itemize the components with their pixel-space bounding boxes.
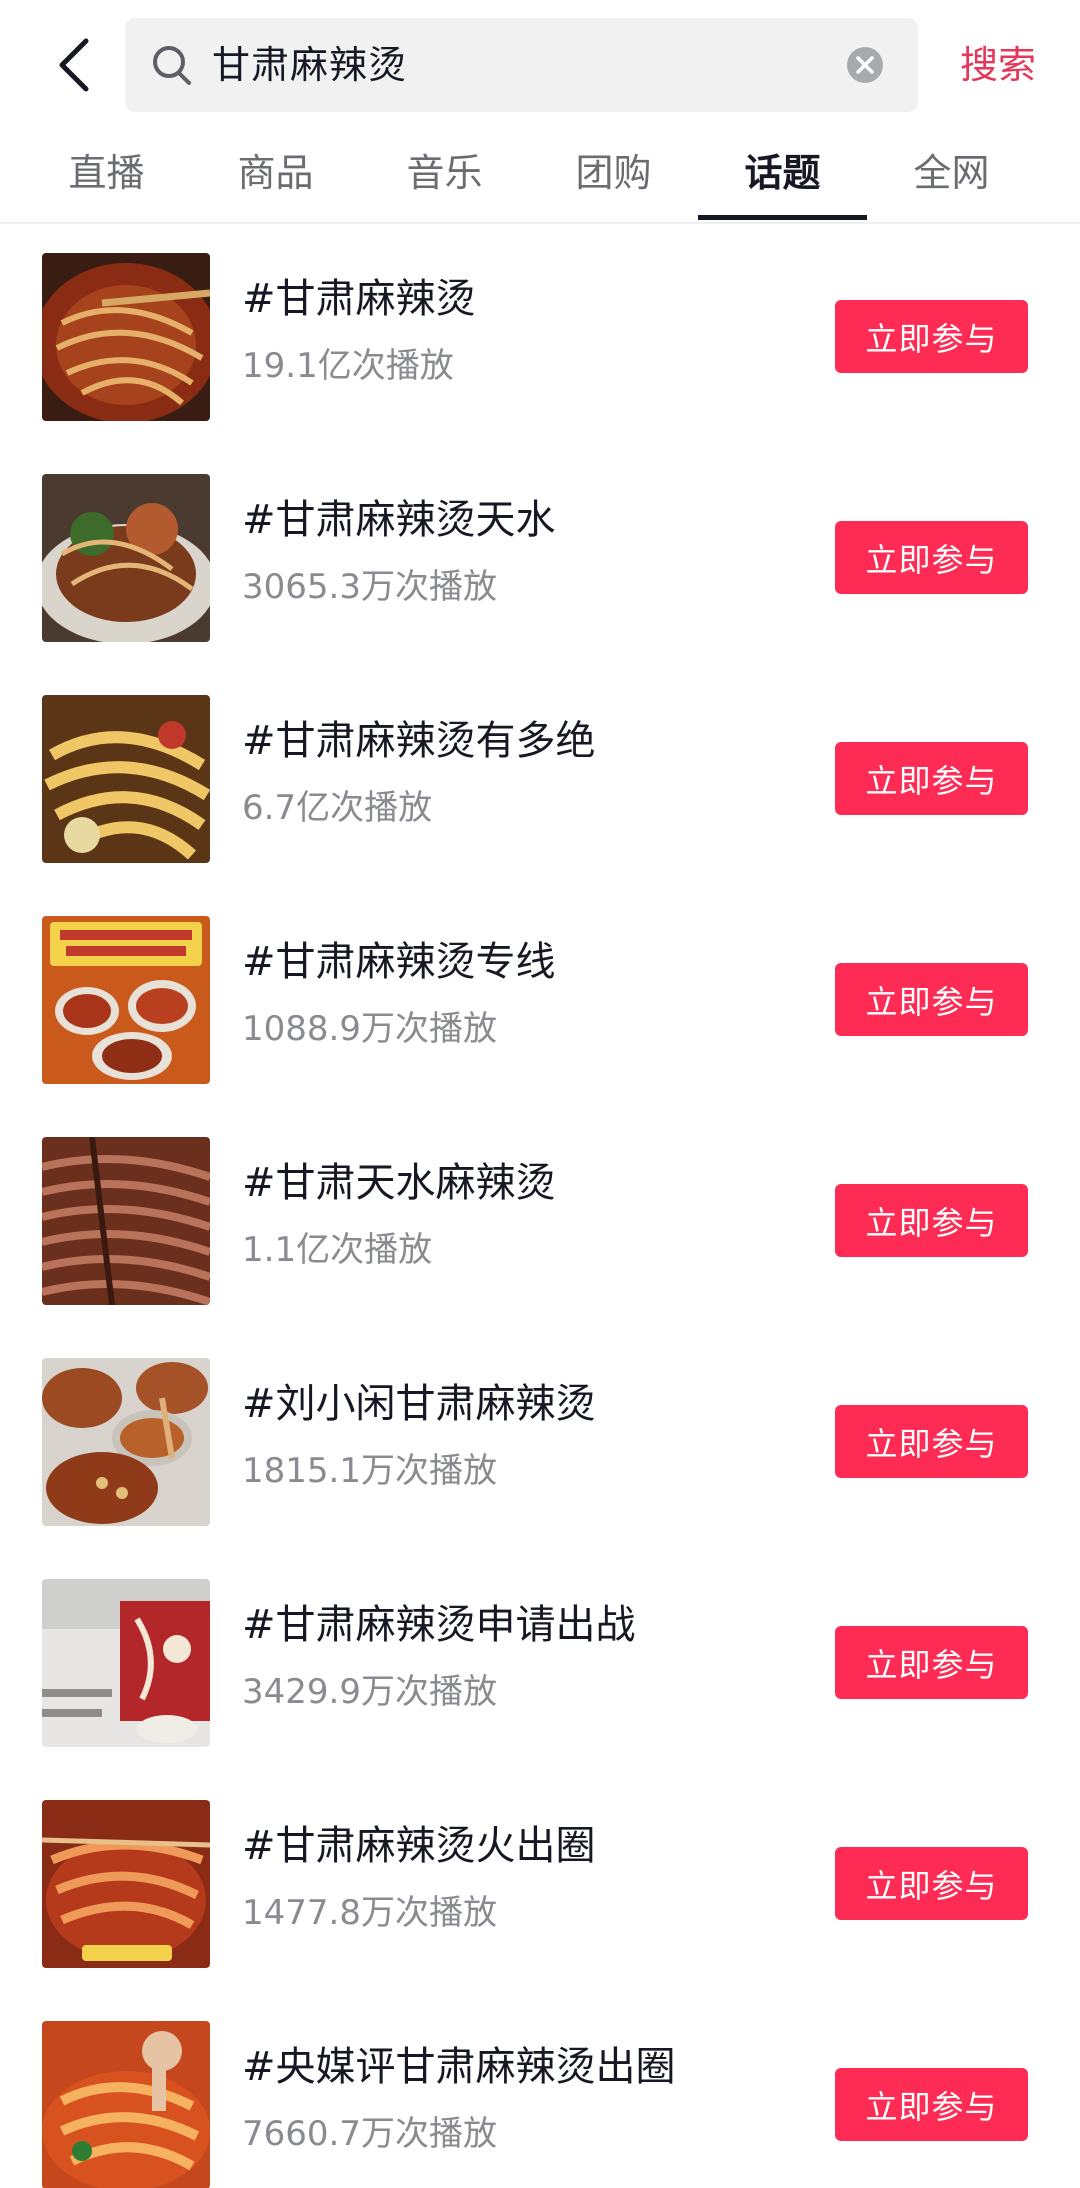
topic-search-page: 甘肃麻辣烫 搜索 直播 商品 音乐 团购 话题 全网 #甘肃麻辣烫 19.1亿次… (0, 0, 1080, 2188)
topic-thumbnail (42, 1137, 210, 1305)
topic-row[interactable]: #甘肃天水麻辣烫 1.1亿次播放 立即参与 (0, 1108, 1080, 1329)
topic-title: #甘肃麻辣烫天水 (242, 497, 556, 543)
topic-title: #刘小闲甘肃麻辣烫 (242, 1381, 596, 1427)
search-icon (153, 46, 191, 85)
topic-row[interactable]: #刘小闲甘肃麻辣烫 1815.1万次播放 立即参与 (0, 1329, 1080, 1550)
topic-thumbnail (42, 253, 210, 421)
join-topic-button[interactable]: 立即参与 (835, 1626, 1028, 1699)
topic-title: #甘肃麻辣烫有多绝 (242, 718, 596, 764)
search-header: 甘肃麻辣烫 搜索 (0, 0, 1080, 130)
join-topic-button[interactable]: 立即参与 (835, 1184, 1028, 1257)
topic-thumbnail (42, 1579, 210, 1747)
topic-row[interactable]: #甘肃麻辣烫专线 1088.9万次播放 立即参与 (0, 887, 1080, 1108)
active-tab-indicator (698, 215, 867, 220)
tab-all-web[interactable]: 全网 (867, 130, 1036, 222)
chevron-left-icon (59, 38, 89, 92)
tab-topics[interactable]: 话题 (698, 130, 867, 222)
topic-row[interactable]: #甘肃麻辣烫有多绝 6.7亿次播放 立即参与 (0, 666, 1080, 887)
topic-title: #央媒评甘肃麻辣烫出圈 (242, 2044, 676, 2090)
topic-thumbnail (42, 1800, 210, 1968)
tab-products[interactable]: 商品 (191, 130, 360, 222)
topic-row[interactable]: #甘肃麻辣烫天水 3065.3万次播放 立即参与 (0, 445, 1080, 666)
topic-row[interactable]: #甘肃麻辣烫火出圈 1477.8万次播放 立即参与 (0, 1771, 1080, 1992)
tab-group-buy[interactable]: 团购 (529, 130, 698, 222)
topic-thumbnail (42, 695, 210, 863)
join-topic-button[interactable]: 立即参与 (835, 300, 1028, 373)
topic-row[interactable]: #甘肃麻辣烫申请出战 3429.9万次播放 立即参与 (0, 1550, 1080, 1771)
topic-play-count: 7660.7万次播放 (242, 2114, 497, 2154)
topic-play-count: 1.1亿次播放 (242, 1230, 433, 1270)
topic-title: #甘肃天水麻辣烫 (242, 1160, 556, 1206)
join-topic-button[interactable]: 立即参与 (835, 2068, 1028, 2141)
topic-play-count: 1088.9万次播放 (242, 1009, 497, 1049)
search-submit-button[interactable]: 搜索 (960, 30, 1036, 100)
topic-play-count: 1815.1万次播放 (242, 1451, 497, 1491)
topic-row[interactable]: #央媒评甘肃麻辣烫出圈 7660.7万次播放 立即参与 (0, 1992, 1080, 2188)
tab-live[interactable]: 直播 (22, 130, 191, 222)
topic-play-count: 3429.9万次播放 (242, 1672, 497, 1712)
topic-thumbnail (42, 474, 210, 642)
topic-thumbnail (42, 2021, 210, 2188)
topic-row[interactable]: #甘肃麻辣烫 19.1亿次播放 立即参与 (0, 224, 1080, 445)
topic-play-count: 6.7亿次播放 (242, 788, 433, 828)
topic-title: #甘肃麻辣烫火出圈 (242, 1823, 596, 1869)
topic-thumbnail (42, 1358, 210, 1526)
search-query-text: 甘肃麻辣烫 (212, 43, 408, 87)
topic-play-count: 1477.8万次播放 (242, 1893, 497, 1933)
topic-play-count: 3065.3万次播放 (242, 567, 497, 607)
join-topic-button[interactable]: 立即参与 (835, 1847, 1028, 1920)
back-button[interactable] (44, 30, 104, 100)
join-topic-button[interactable]: 立即参与 (835, 742, 1028, 815)
clear-icon[interactable] (845, 45, 885, 85)
topic-title: #甘肃麻辣烫专线 (242, 939, 556, 985)
topic-play-count: 19.1亿次播放 (242, 346, 454, 386)
topic-thumbnail (42, 916, 210, 1084)
join-topic-button[interactable]: 立即参与 (835, 521, 1028, 594)
search-input[interactable]: 甘肃麻辣烫 (125, 18, 918, 112)
tab-music[interactable]: 音乐 (360, 130, 529, 222)
join-topic-button[interactable]: 立即参与 (835, 963, 1028, 1036)
topic-title: #甘肃麻辣烫申请出战 (242, 1602, 636, 1648)
join-topic-button[interactable]: 立即参与 (835, 1405, 1028, 1478)
topic-title: #甘肃麻辣烫 (242, 276, 476, 322)
category-tabs: 直播 商品 音乐 团购 话题 全网 (0, 130, 1080, 224)
